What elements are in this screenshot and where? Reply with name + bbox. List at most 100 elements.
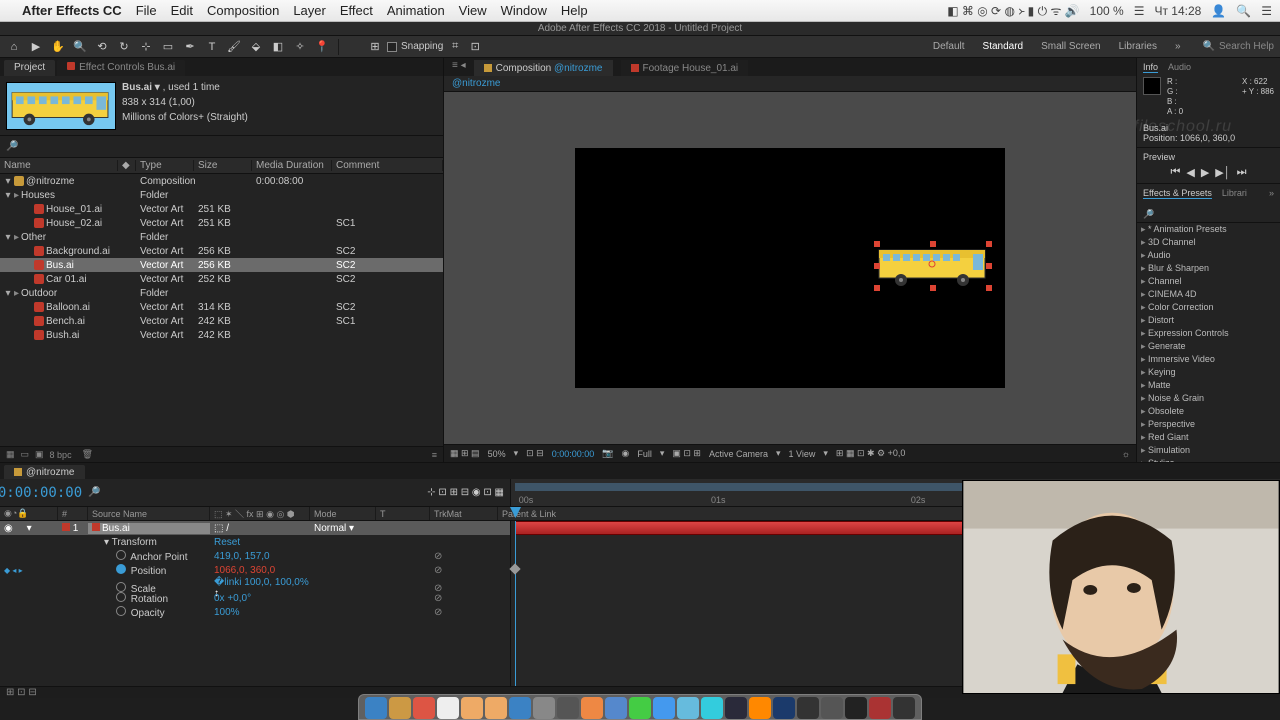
project-row[interactable]: Bush.aiVector Art242 KB: [0, 328, 443, 342]
tab-preview[interactable]: Preview: [1143, 152, 1175, 162]
effects-category[interactable]: 3D Channel: [1137, 236, 1280, 249]
search-help-input[interactable]: Search Help: [1219, 41, 1274, 52]
dock-app-icon[interactable]: [845, 697, 867, 719]
effects-category[interactable]: Channel: [1137, 275, 1280, 288]
col-name[interactable]: Name: [0, 160, 118, 171]
col-label[interactable]: ◆: [118, 160, 136, 171]
menu-animation[interactable]: Animation: [387, 3, 445, 18]
keyframe-position[interactable]: [509, 563, 520, 574]
effects-category[interactable]: Distort: [1137, 314, 1280, 327]
menu-help[interactable]: Help: [561, 3, 588, 18]
playhead[interactable]: [515, 521, 516, 686]
dock-app-icon[interactable]: [533, 697, 555, 719]
resolution-dropdown[interactable]: Full: [637, 449, 652, 459]
zoom-tool-icon[interactable]: 🔍: [72, 39, 88, 55]
comp-breadcrumb[interactable]: @nitrozme: [444, 76, 1136, 92]
effects-category[interactable]: Simulation: [1137, 444, 1280, 457]
dock-app-icon[interactable]: [893, 697, 915, 719]
layer-bus[interactable]: [877, 244, 989, 288]
stopwatch-icon[interactable]: [116, 606, 126, 616]
effects-category[interactable]: Generate: [1137, 340, 1280, 353]
property-row[interactable]: Scale�linki 100,0, 100,0% ↕⊘: [0, 577, 510, 591]
tab-info[interactable]: Info: [1143, 62, 1158, 73]
timeline-search-icon[interactable]: 🔎: [88, 487, 100, 498]
col-comment[interactable]: Comment: [332, 160, 443, 171]
dock-app-icon[interactable]: [797, 697, 819, 719]
anchor-tool-icon[interactable]: ⊹: [138, 39, 154, 55]
dock-app-icon[interactable]: [869, 697, 891, 719]
stopwatch-icon[interactable]: [116, 582, 126, 592]
dock-app-icon[interactable]: [437, 697, 459, 719]
menu-layer[interactable]: Layer: [293, 3, 326, 18]
effects-category[interactable]: Keying: [1137, 366, 1280, 379]
effects-category[interactable]: Color Correction: [1137, 301, 1280, 314]
comp-tab-active[interactable]: Composition @nitrozme: [474, 60, 613, 76]
property-row[interactable]: ◆ ◂ ▸ Position1066,0, 360,0⊘: [0, 563, 510, 577]
col-duration[interactable]: Media Duration: [252, 160, 332, 171]
channel-icon[interactable]: ◉: [621, 448, 629, 459]
dock-app-icon[interactable]: [461, 697, 483, 719]
col-type[interactable]: Type: [136, 160, 194, 171]
effects-category[interactable]: Noise & Grain: [1137, 392, 1280, 405]
tab-libraries[interactable]: Librari: [1222, 188, 1247, 199]
comp-tab-footage[interactable]: Footage House_01.ai: [621, 60, 749, 76]
text-tool-icon[interactable]: T: [204, 39, 220, 55]
effects-category[interactable]: Red Giant: [1137, 431, 1280, 444]
clone-tool-icon[interactable]: ⬙: [248, 39, 264, 55]
project-row[interactable]: ▾▸OtherFolder: [0, 230, 443, 244]
dock-app-icon[interactable]: [821, 697, 843, 719]
timeline-current-time[interactable]: 0:00:00:00: [0, 479, 80, 506]
transform-group-row[interactable]: ▾ Transform Reset: [0, 535, 510, 549]
rotate-tool-icon[interactable]: ↻: [116, 39, 132, 55]
menu-effect[interactable]: Effect: [340, 3, 373, 18]
dock-app-icon[interactable]: [485, 697, 507, 719]
stopwatch-icon[interactable]: [116, 564, 126, 574]
prev-frame-icon[interactable]: ◀: [1186, 166, 1194, 179]
zoom-dropdown[interactable]: 50%: [488, 449, 506, 459]
effects-category[interactable]: Matte: [1137, 379, 1280, 392]
effects-search-icon[interactable]: 🔎: [1143, 209, 1154, 219]
next-frame-icon[interactable]: ▶│: [1215, 166, 1230, 179]
exposure-icon[interactable]: ☼: [1122, 449, 1130, 459]
play-icon[interactable]: ▶: [1201, 166, 1209, 179]
tab-effect-controls[interactable]: Effect Controls Bus.ai: [57, 60, 185, 76]
workspace-overflow-icon[interactable]: »: [1175, 41, 1181, 52]
dock-app-icon[interactable]: [677, 697, 699, 719]
menubar-status-icons[interactable]: ◧ ⌘ ◎ ⟳ ◍ ᚛ ▮ ⏻ ᯤ 🔊: [947, 2, 1079, 19]
view-dropdown[interactable]: 1 View: [789, 449, 816, 459]
project-row[interactable]: House_02.aiVector Art251 KBSC1: [0, 216, 443, 230]
home-icon[interactable]: ⌂: [6, 39, 22, 55]
eraser-tool-icon[interactable]: ◧: [270, 39, 286, 55]
interpret-icon[interactable]: ▦: [6, 449, 15, 460]
dock-app-icon[interactable]: [365, 697, 387, 719]
dock-app-icon[interactable]: [725, 697, 747, 719]
project-row[interactable]: ▾▸HousesFolder: [0, 188, 443, 202]
comp-foot-more[interactable]: ⊡ ⊟: [526, 448, 544, 459]
dock-app-icon[interactable]: [389, 697, 411, 719]
project-row[interactable]: Bench.aiVector Art242 KBSC1: [0, 314, 443, 328]
tab-project[interactable]: Project: [4, 60, 55, 76]
dock-app-icon[interactable]: [605, 697, 627, 719]
dock-app-icon[interactable]: [557, 697, 579, 719]
tl-col-trkmat[interactable]: TrkMat: [430, 507, 498, 520]
menu-file[interactable]: File: [136, 3, 157, 18]
roto-tool-icon[interactable]: ✧: [292, 39, 308, 55]
snapshot-icon[interactable]: 📷: [602, 448, 613, 459]
menu-view[interactable]: View: [459, 3, 487, 18]
dock-app-icon[interactable]: [701, 697, 723, 719]
effects-category[interactable]: Expression Controls: [1137, 327, 1280, 340]
dock-app-icon[interactable]: [581, 697, 603, 719]
pin-tool-icon[interactable]: 📍: [314, 39, 330, 55]
dock-app-icon[interactable]: [653, 697, 675, 719]
menubar-user-icon[interactable]: 👤: [1211, 4, 1226, 18]
snap-depth-icon[interactable]: ⊡: [467, 39, 483, 55]
workspace-default[interactable]: Default: [933, 41, 965, 52]
menu-edit[interactable]: Edit: [171, 3, 193, 18]
dock-app-icon[interactable]: [773, 697, 795, 719]
menu-composition[interactable]: Composition: [207, 3, 279, 18]
menu-window[interactable]: Window: [501, 3, 547, 18]
effects-category[interactable]: Immersive Video: [1137, 353, 1280, 366]
project-row[interactable]: Car 01.aiVector Art252 KBSC2: [0, 272, 443, 286]
selection-tool-icon[interactable]: ▶: [28, 39, 44, 55]
workspace-standard[interactable]: Standard: [983, 41, 1024, 52]
